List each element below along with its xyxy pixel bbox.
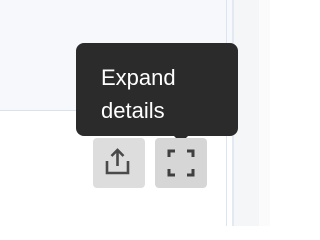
expand-details-tooltip: Expand details (76, 43, 238, 136)
share-icon (105, 148, 130, 175)
expand-details-button[interactable] (155, 138, 207, 188)
tooltip-line-1: Expand (101, 65, 176, 90)
ui-viewport: Expand details (0, 0, 270, 226)
window-edge (259, 0, 270, 226)
tooltip-line-2: details (101, 98, 165, 123)
share-button[interactable] (93, 138, 145, 188)
expand-icon (167, 149, 195, 177)
